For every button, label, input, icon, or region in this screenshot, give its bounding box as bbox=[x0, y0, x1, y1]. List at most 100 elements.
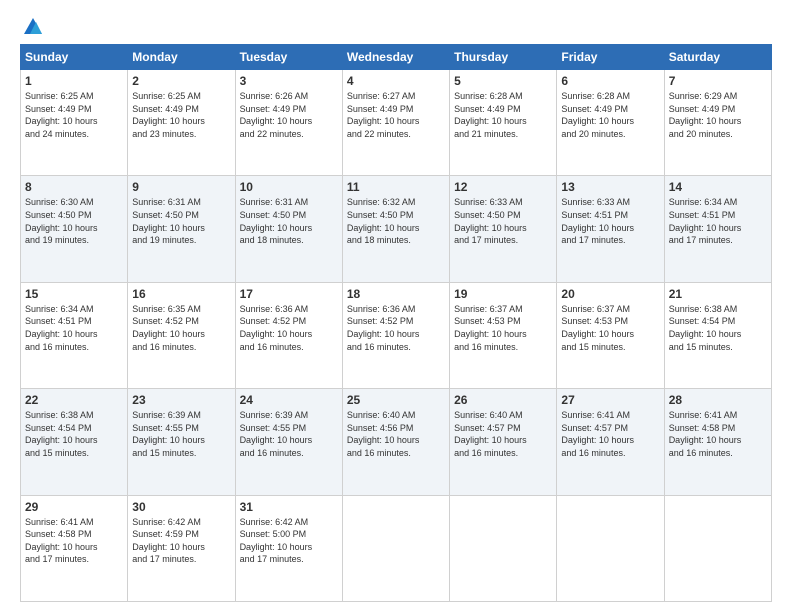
logo-icon bbox=[22, 16, 44, 38]
day-number: 22 bbox=[25, 393, 123, 407]
calendar-cell: 20 Sunrise: 6:37 AMSunset: 4:53 PMDaylig… bbox=[557, 282, 664, 388]
calendar-cell: 3 Sunrise: 6:26 AMSunset: 4:49 PMDayligh… bbox=[235, 70, 342, 176]
calendar-cell: 19 Sunrise: 6:37 AMSunset: 4:53 PMDaylig… bbox=[450, 282, 557, 388]
calendar-cell: 8 Sunrise: 6:30 AMSunset: 4:50 PMDayligh… bbox=[21, 176, 128, 282]
page: SundayMondayTuesdayWednesdayThursdayFrid… bbox=[0, 0, 792, 612]
calendar-cell bbox=[450, 495, 557, 601]
calendar-cell bbox=[664, 495, 771, 601]
calendar-cell: 28 Sunrise: 6:41 AMSunset: 4:58 PMDaylig… bbox=[664, 389, 771, 495]
day-number: 8 bbox=[25, 180, 123, 194]
day-info: Sunrise: 6:37 AMSunset: 4:53 PMDaylight:… bbox=[561, 303, 659, 353]
day-number: 30 bbox=[132, 500, 230, 514]
calendar-cell: 2 Sunrise: 6:25 AMSunset: 4:49 PMDayligh… bbox=[128, 70, 235, 176]
calendar-cell: 16 Sunrise: 6:35 AMSunset: 4:52 PMDaylig… bbox=[128, 282, 235, 388]
calendar-week-5: 29 Sunrise: 6:41 AMSunset: 4:58 PMDaylig… bbox=[21, 495, 772, 601]
day-info: Sunrise: 6:33 AMSunset: 4:51 PMDaylight:… bbox=[561, 196, 659, 246]
calendar-cell: 15 Sunrise: 6:34 AMSunset: 4:51 PMDaylig… bbox=[21, 282, 128, 388]
day-number: 15 bbox=[25, 287, 123, 301]
calendar-cell: 1 Sunrise: 6:25 AMSunset: 4:49 PMDayligh… bbox=[21, 70, 128, 176]
day-number: 29 bbox=[25, 500, 123, 514]
day-info: Sunrise: 6:41 AMSunset: 4:57 PMDaylight:… bbox=[561, 409, 659, 459]
logo bbox=[20, 16, 44, 34]
calendar-table: SundayMondayTuesdayWednesdayThursdayFrid… bbox=[20, 44, 772, 602]
day-number: 2 bbox=[132, 74, 230, 88]
day-number: 11 bbox=[347, 180, 445, 194]
day-info: Sunrise: 6:33 AMSunset: 4:50 PMDaylight:… bbox=[454, 196, 552, 246]
calendar-cell: 25 Sunrise: 6:40 AMSunset: 4:56 PMDaylig… bbox=[342, 389, 449, 495]
calendar-cell: 17 Sunrise: 6:36 AMSunset: 4:52 PMDaylig… bbox=[235, 282, 342, 388]
day-info: Sunrise: 6:28 AMSunset: 4:49 PMDaylight:… bbox=[561, 90, 659, 140]
day-info: Sunrise: 6:35 AMSunset: 4:52 PMDaylight:… bbox=[132, 303, 230, 353]
calendar-cell: 29 Sunrise: 6:41 AMSunset: 4:58 PMDaylig… bbox=[21, 495, 128, 601]
day-info: Sunrise: 6:26 AMSunset: 4:49 PMDaylight:… bbox=[240, 90, 338, 140]
calendar-cell: 9 Sunrise: 6:31 AMSunset: 4:50 PMDayligh… bbox=[128, 176, 235, 282]
day-info: Sunrise: 6:36 AMSunset: 4:52 PMDaylight:… bbox=[347, 303, 445, 353]
day-info: Sunrise: 6:39 AMSunset: 4:55 PMDaylight:… bbox=[132, 409, 230, 459]
col-header-saturday: Saturday bbox=[664, 45, 771, 70]
day-info: Sunrise: 6:42 AMSunset: 5:00 PMDaylight:… bbox=[240, 516, 338, 566]
header bbox=[20, 16, 772, 34]
day-number: 14 bbox=[669, 180, 767, 194]
calendar-cell: 26 Sunrise: 6:40 AMSunset: 4:57 PMDaylig… bbox=[450, 389, 557, 495]
day-info: Sunrise: 6:36 AMSunset: 4:52 PMDaylight:… bbox=[240, 303, 338, 353]
day-number: 6 bbox=[561, 74, 659, 88]
day-number: 12 bbox=[454, 180, 552, 194]
day-number: 16 bbox=[132, 287, 230, 301]
day-info: Sunrise: 6:32 AMSunset: 4:50 PMDaylight:… bbox=[347, 196, 445, 246]
day-number: 27 bbox=[561, 393, 659, 407]
day-number: 21 bbox=[669, 287, 767, 301]
col-header-thursday: Thursday bbox=[450, 45, 557, 70]
day-info: Sunrise: 6:39 AMSunset: 4:55 PMDaylight:… bbox=[240, 409, 338, 459]
day-number: 23 bbox=[132, 393, 230, 407]
day-number: 20 bbox=[561, 287, 659, 301]
day-number: 17 bbox=[240, 287, 338, 301]
day-number: 28 bbox=[669, 393, 767, 407]
day-number: 25 bbox=[347, 393, 445, 407]
calendar-cell: 10 Sunrise: 6:31 AMSunset: 4:50 PMDaylig… bbox=[235, 176, 342, 282]
calendar-cell bbox=[557, 495, 664, 601]
calendar-cell: 24 Sunrise: 6:39 AMSunset: 4:55 PMDaylig… bbox=[235, 389, 342, 495]
calendar-cell: 18 Sunrise: 6:36 AMSunset: 4:52 PMDaylig… bbox=[342, 282, 449, 388]
calendar-cell: 27 Sunrise: 6:41 AMSunset: 4:57 PMDaylig… bbox=[557, 389, 664, 495]
day-info: Sunrise: 6:25 AMSunset: 4:49 PMDaylight:… bbox=[25, 90, 123, 140]
calendar-week-4: 22 Sunrise: 6:38 AMSunset: 4:54 PMDaylig… bbox=[21, 389, 772, 495]
day-info: Sunrise: 6:27 AMSunset: 4:49 PMDaylight:… bbox=[347, 90, 445, 140]
day-info: Sunrise: 6:34 AMSunset: 4:51 PMDaylight:… bbox=[25, 303, 123, 353]
day-info: Sunrise: 6:28 AMSunset: 4:49 PMDaylight:… bbox=[454, 90, 552, 140]
day-info: Sunrise: 6:29 AMSunset: 4:49 PMDaylight:… bbox=[669, 90, 767, 140]
calendar-cell: 12 Sunrise: 6:33 AMSunset: 4:50 PMDaylig… bbox=[450, 176, 557, 282]
col-header-wednesday: Wednesday bbox=[342, 45, 449, 70]
day-info: Sunrise: 6:41 AMSunset: 4:58 PMDaylight:… bbox=[25, 516, 123, 566]
day-number: 1 bbox=[25, 74, 123, 88]
day-number: 9 bbox=[132, 180, 230, 194]
calendar-cell: 31 Sunrise: 6:42 AMSunset: 5:00 PMDaylig… bbox=[235, 495, 342, 601]
calendar-cell: 23 Sunrise: 6:39 AMSunset: 4:55 PMDaylig… bbox=[128, 389, 235, 495]
day-number: 19 bbox=[454, 287, 552, 301]
day-info: Sunrise: 6:40 AMSunset: 4:56 PMDaylight:… bbox=[347, 409, 445, 459]
calendar-cell: 5 Sunrise: 6:28 AMSunset: 4:49 PMDayligh… bbox=[450, 70, 557, 176]
calendar-cell: 13 Sunrise: 6:33 AMSunset: 4:51 PMDaylig… bbox=[557, 176, 664, 282]
col-header-friday: Friday bbox=[557, 45, 664, 70]
day-info: Sunrise: 6:38 AMSunset: 4:54 PMDaylight:… bbox=[669, 303, 767, 353]
day-number: 18 bbox=[347, 287, 445, 301]
calendar-cell: 7 Sunrise: 6:29 AMSunset: 4:49 PMDayligh… bbox=[664, 70, 771, 176]
col-header-sunday: Sunday bbox=[21, 45, 128, 70]
calendar-week-2: 8 Sunrise: 6:30 AMSunset: 4:50 PMDayligh… bbox=[21, 176, 772, 282]
calendar-cell: 30 Sunrise: 6:42 AMSunset: 4:59 PMDaylig… bbox=[128, 495, 235, 601]
day-number: 10 bbox=[240, 180, 338, 194]
day-info: Sunrise: 6:41 AMSunset: 4:58 PMDaylight:… bbox=[669, 409, 767, 459]
day-info: Sunrise: 6:34 AMSunset: 4:51 PMDaylight:… bbox=[669, 196, 767, 246]
calendar-cell: 4 Sunrise: 6:27 AMSunset: 4:49 PMDayligh… bbox=[342, 70, 449, 176]
day-info: Sunrise: 6:37 AMSunset: 4:53 PMDaylight:… bbox=[454, 303, 552, 353]
day-info: Sunrise: 6:25 AMSunset: 4:49 PMDaylight:… bbox=[132, 90, 230, 140]
calendar-cell: 22 Sunrise: 6:38 AMSunset: 4:54 PMDaylig… bbox=[21, 389, 128, 495]
day-info: Sunrise: 6:31 AMSunset: 4:50 PMDaylight:… bbox=[240, 196, 338, 246]
day-info: Sunrise: 6:38 AMSunset: 4:54 PMDaylight:… bbox=[25, 409, 123, 459]
day-number: 3 bbox=[240, 74, 338, 88]
day-info: Sunrise: 6:40 AMSunset: 4:57 PMDaylight:… bbox=[454, 409, 552, 459]
calendar-week-3: 15 Sunrise: 6:34 AMSunset: 4:51 PMDaylig… bbox=[21, 282, 772, 388]
calendar-cell: 14 Sunrise: 6:34 AMSunset: 4:51 PMDaylig… bbox=[664, 176, 771, 282]
day-number: 5 bbox=[454, 74, 552, 88]
calendar-header-row: SundayMondayTuesdayWednesdayThursdayFrid… bbox=[21, 45, 772, 70]
day-number: 13 bbox=[561, 180, 659, 194]
